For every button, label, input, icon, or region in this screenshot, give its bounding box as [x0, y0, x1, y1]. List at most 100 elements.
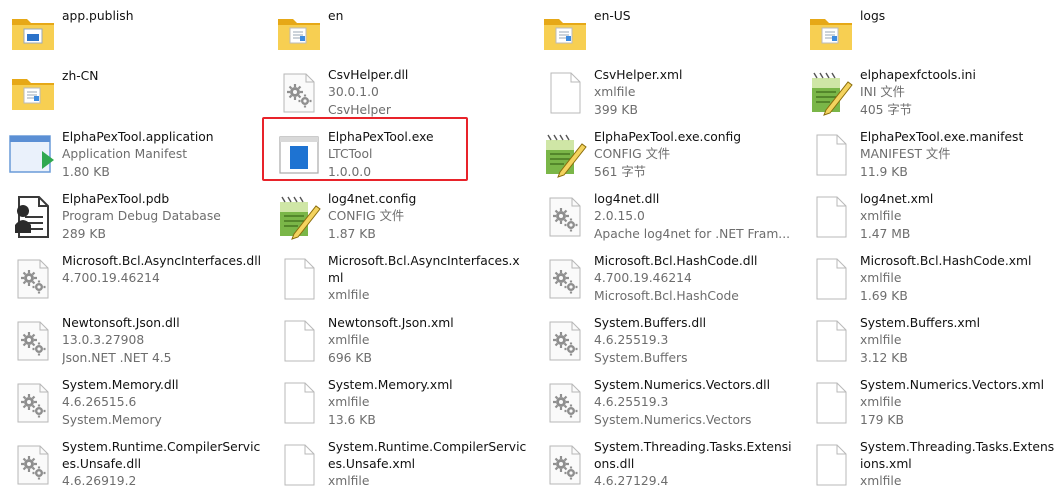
file-detail: xmlfile	[860, 209, 902, 223]
file-item-microsoft-bcl-asyncinterfaces-xml[interactable]: Microsoft.Bcl.AsyncInterfaces.xml xmlfile	[266, 248, 532, 310]
file-name: ElphaPexTool.exe.config	[594, 130, 742, 144]
file-item-details: ElphaPexTool.pdb Program Debug Database 28…	[62, 190, 221, 243]
file-detail: xmlfile	[860, 333, 902, 347]
file-item-details: ElphaPexTool.exe.manifest MANIFEST 文件 11.9…	[860, 128, 1023, 181]
file-item-details: log4net.config CONFIG 文件 1.87 KB	[328, 190, 416, 243]
file-item-app-publish[interactable]: app.publish	[0, 2, 266, 62]
file-item-csvhelper-dll[interactable]: CsvHelper.dll 30.0.1.0 CsvHelper	[266, 62, 532, 124]
file-item-system-runtime-compilerservices-unsafe-dll[interactable]: System.Runtime.CompilerServices.Unsafe.d…	[0, 434, 266, 486]
file-detail: System.Numerics.Vectors	[594, 412, 752, 427]
file-item-system-numerics-vectors-xml[interactable]: System.Numerics.Vectors.xml xmlfile 179 KB	[798, 372, 1058, 434]
file-detail: 1.69 KB	[860, 288, 908, 303]
file-name: Microsoft.Bcl.AsyncInterfaces.xml	[328, 254, 520, 285]
file-item-zh-cn[interactable]: zh-CN	[0, 62, 266, 124]
file-item-elphapextool-application[interactable]: ElphaPexTool.application Application Mani…	[0, 124, 266, 186]
file-detail: 1.0.0.0	[328, 164, 372, 179]
file-item-system-memory-xml[interactable]: System.Memory.xml xmlfile 13.6 KB	[266, 372, 532, 434]
file-detail: Program Debug Database	[62, 209, 221, 223]
file-icon	[804, 314, 858, 368]
file-detail: System.Buffers	[594, 350, 688, 365]
file-name: Newtonsoft.Json.xml	[328, 316, 454, 330]
file-item-log4net-dll[interactable]: log4net.dll 2.0.15.0 Apache log4net for .N…	[532, 186, 798, 248]
application-icon	[6, 128, 60, 182]
file-item-details: System.Buffers.xml xmlfile 3.12 KB	[860, 314, 980, 367]
file-detail: xmlfile	[594, 85, 636, 99]
file-item-elphapextool-pdb[interactable]: ElphaPexTool.pdb Program Debug Database 28…	[0, 186, 266, 248]
dll-file-icon	[538, 376, 592, 430]
file-icon	[272, 438, 326, 486]
file-item-details: System.Runtime.CompilerServices.Unsafe.x…	[328, 438, 530, 486]
file-item-microsoft-bcl-hashcode-xml[interactable]: Microsoft.Bcl.HashCode.xml xmlfile 1.69 KB	[798, 248, 1058, 310]
file-detail: 405 字节	[860, 102, 912, 117]
dll-file-icon	[6, 376, 60, 430]
file-name: System.Threading.Tasks.Extensions.xml	[860, 440, 1055, 471]
file-item-system-numerics-vectors-dll[interactable]: System.Numerics.Vectors.dll 4.6.25519.3 Sy…	[532, 372, 798, 434]
file-item-system-runtime-compilerservices-unsafe-xml[interactable]: System.Runtime.CompilerServices.Unsafe.x…	[266, 434, 532, 486]
file-name: zh-CN	[62, 69, 99, 83]
file-item-log4net-xml[interactable]: log4net.xml xmlfile 1.47 MB	[798, 186, 1058, 248]
file-detail: 1.47 MB	[860, 226, 911, 241]
file-item-details: logs	[860, 6, 885, 25]
file-item-details: zh-CN	[62, 66, 98, 85]
file-item-elphapextool-exe-manifest[interactable]: ElphaPexTool.exe.manifest MANIFEST 文件 11.9…	[798, 124, 1058, 186]
folder-icon	[272, 6, 326, 60]
file-detail: xmlfile	[860, 271, 902, 285]
file-icon	[804, 190, 858, 244]
file-item-system-threading-tasks-extensions-dll[interactable]: System.Threading.Tasks.Extensions.dll 4.6…	[532, 434, 798, 486]
file-item-details: System.Runtime.CompilerServices.Unsafe.d…	[62, 438, 264, 486]
file-detail: 1.87 KB	[328, 226, 376, 241]
file-item-microsoft-bcl-hashcode-dll[interactable]: Microsoft.Bcl.HashCode.dll 4.700.19.46214…	[532, 248, 798, 310]
file-detail: CONFIG 文件	[594, 147, 671, 161]
file-icon	[804, 128, 858, 182]
file-name: System.Numerics.Vectors.dll	[594, 378, 770, 392]
file-detail: 4.6.25519.3	[594, 395, 669, 409]
file-item-system-buffers-xml[interactable]: System.Buffers.xml xmlfile 3.12 KB	[798, 310, 1058, 372]
file-name: Microsoft.Bcl.HashCode.xml	[860, 254, 1032, 268]
file-name: log4net.xml	[860, 192, 934, 206]
config-file-icon	[272, 190, 326, 244]
file-detail: 4.6.27129.4	[594, 474, 669, 486]
file-item-en[interactable]: en	[266, 2, 532, 62]
file-detail: Json.NET .NET 4.5	[62, 350, 172, 365]
file-name: CsvHelper.dll	[328, 68, 409, 82]
file-item-details: log4net.xml xmlfile 1.47 MB	[860, 190, 933, 243]
file-item-system-buffers-dll[interactable]: System.Buffers.dll 4.6.25519.3 System.Buff…	[532, 310, 798, 372]
dll-file-icon	[272, 66, 326, 120]
file-item-details: Microsoft.Bcl.AsyncInterfaces.xml xmlfile	[328, 252, 530, 305]
file-icon	[538, 66, 592, 120]
file-name: ElphaPexTool.pdb	[62, 192, 170, 206]
file-detail: LTCTool	[328, 147, 373, 161]
file-item-microsoft-bcl-asyncinterfaces-dll[interactable]: Microsoft.Bcl.AsyncInterfaces.dll 4.700.1…	[0, 248, 266, 310]
file-name: System.Buffers.xml	[860, 316, 981, 330]
file-item-elphapextool-exe[interactable]: ElphaPexTool.exe LTCTool 1.0.0.0	[266, 124, 532, 186]
file-item-csvhelper-xml[interactable]: CsvHelper.xml xmlfile 399 KB	[532, 62, 798, 124]
file-item-newtonsoft-json-dll[interactable]: Newtonsoft.Json.dll 13.0.3.27908 Json.NET …	[0, 310, 266, 372]
folder-icon	[538, 6, 592, 60]
file-item-details: en-US	[594, 6, 631, 25]
file-detail: 11.9 KB	[860, 164, 908, 179]
file-item-details: Microsoft.Bcl.HashCode.xml xmlfile 1.69 KB	[860, 252, 1031, 305]
config-file-icon	[538, 128, 592, 182]
file-item-en-us[interactable]: en-US	[532, 2, 798, 62]
file-item-details: ElphaPexTool.application Application Mani…	[62, 128, 214, 181]
file-detail: 399 KB	[594, 102, 638, 117]
file-detail: xmlfile	[860, 474, 902, 486]
file-detail: Application Manifest	[62, 147, 188, 161]
file-item-details: Newtonsoft.Json.dll 13.0.3.27908 Json.NET …	[62, 314, 180, 367]
file-item-details: en	[328, 6, 343, 25]
file-item-newtonsoft-json-xml[interactable]: Newtonsoft.Json.xml xmlfile 696 KB	[266, 310, 532, 372]
file-item-elphapexfctools-ini[interactable]: elphapexfctools.ini INI 文件 405 字节	[798, 62, 1058, 124]
file-name: System.Numerics.Vectors.xml	[860, 378, 1045, 392]
file-detail: 3.12 KB	[860, 350, 908, 365]
file-detail: System.Memory	[62, 412, 162, 427]
file-item-system-memory-dll[interactable]: System.Memory.dll 4.6.26515.6 System.Memor…	[0, 372, 266, 434]
file-detail: INI 文件	[860, 85, 905, 99]
dll-file-icon	[538, 438, 592, 486]
file-item-elphapextool-exe-config[interactable]: ElphaPexTool.exe.config CONFIG 文件 561 字节	[532, 124, 798, 186]
file-detail: Apache log4net for .NET Fram...	[594, 226, 791, 241]
file-item-log4net-config[interactable]: log4net.config CONFIG 文件 1.87 KB	[266, 186, 532, 248]
file-name: ElphaPexTool.exe.manifest	[860, 130, 1024, 144]
file-detail: 13.6 KB	[328, 412, 376, 427]
file-item-system-threading-tasks-extensions-xml[interactable]: System.Threading.Tasks.Extensions.xml xml…	[798, 434, 1058, 486]
file-item-logs[interactable]: logs	[798, 2, 1058, 62]
